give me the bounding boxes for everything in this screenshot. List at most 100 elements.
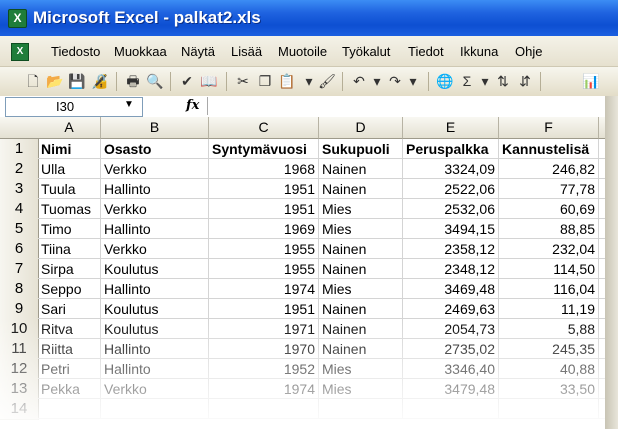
column-header-d[interactable]: D — [319, 117, 403, 139]
header-cell[interactable]: Peruspalkka — [403, 139, 499, 159]
table-cell[interactable]: 114,50 — [499, 259, 599, 279]
table-cell[interactable]: 40,88 — [499, 359, 599, 379]
table-cell[interactable]: 1969 — [209, 219, 319, 239]
table-cell[interactable]: 1970 — [209, 339, 319, 359]
table-cell[interactable]: 3346,40 — [403, 359, 499, 379]
research-icon[interactable]: 📖 — [200, 72, 218, 90]
table-cell[interactable] — [403, 399, 499, 419]
table-cell[interactable]: Mies — [319, 359, 403, 379]
table-cell[interactable]: 77,78 — [499, 179, 599, 199]
table-cell[interactable]: Nainen — [319, 339, 403, 359]
autosum-icon[interactable]: Σ — [458, 72, 476, 90]
row-header[interactable]: 11 — [0, 339, 39, 360]
table-cell[interactable]: 1974 — [209, 379, 319, 399]
table-cell[interactable]: Mies — [319, 379, 403, 399]
table-cell[interactable]: Petri — [38, 359, 101, 379]
row-header[interactable]: 7 — [0, 259, 39, 280]
paste-icon[interactable]: 📋 — [278, 72, 296, 90]
table-cell[interactable]: 5,88 — [499, 319, 599, 339]
sort-descending-icon[interactable]: ⇵ — [516, 72, 534, 90]
row-header[interactable]: 10 — [0, 319, 39, 340]
header-cell[interactable]: Syntymävuosi — [209, 139, 319, 159]
table-cell[interactable]: Nainen — [319, 239, 403, 259]
table-cell[interactable]: 232,04 — [499, 239, 599, 259]
column-header-f[interactable]: F — [499, 117, 599, 139]
table-cell[interactable]: 60,69 — [499, 199, 599, 219]
table-cell[interactable]: 1952 — [209, 359, 319, 379]
table-cell[interactable] — [101, 399, 209, 419]
table-cell[interactable]: 1955 — [209, 239, 319, 259]
table-cell[interactable]: Nainen — [319, 299, 403, 319]
table-cell[interactable]: Koulutus — [101, 259, 209, 279]
row-header[interactable]: 1 — [0, 139, 39, 160]
name-box[interactable]: I30 ▼ — [5, 97, 143, 117]
table-cell[interactable]: 1968 — [209, 159, 319, 179]
table-cell[interactable]: Timo — [38, 219, 101, 239]
spelling-icon[interactable]: ✔ — [178, 72, 196, 90]
copy-icon[interactable]: ❐ — [256, 72, 274, 90]
sort-ascending-icon[interactable]: ⇅ — [494, 72, 512, 90]
table-cell[interactable]: Verkko — [101, 199, 209, 219]
table-cell[interactable]: Hallinto — [101, 339, 209, 359]
row-header[interactable]: 3 — [0, 179, 39, 200]
table-cell[interactable] — [499, 399, 599, 419]
row-header[interactable]: 9 — [0, 299, 39, 320]
table-cell[interactable]: Tuomas — [38, 199, 101, 219]
table-cell[interactable]: Hallinto — [101, 279, 209, 299]
column-header-c[interactable]: C — [209, 117, 319, 139]
table-cell[interactable]: Pekka — [38, 379, 101, 399]
menu-tyokalut[interactable]: Työkalut — [342, 44, 390, 59]
table-cell[interactable]: 1951 — [209, 299, 319, 319]
workbook-icon[interactable]: X — [11, 43, 29, 61]
menu-tiedosto[interactable]: Tiedosto — [51, 44, 100, 59]
chevron-down-icon[interactable]: ▼ — [124, 99, 134, 110]
header-cell[interactable]: Sukupuoli — [319, 139, 403, 159]
table-cell[interactable]: Nainen — [319, 259, 403, 279]
table-cell[interactable]: 2348,12 — [403, 259, 499, 279]
table-cell[interactable]: 3324,09 — [403, 159, 499, 179]
table-cell[interactable]: Nainen — [319, 179, 403, 199]
table-cell[interactable]: Hallinto — [101, 359, 209, 379]
header-cell[interactable]: Osasto — [101, 139, 209, 159]
row-header[interactable]: 6 — [0, 239, 39, 260]
table-cell[interactable]: Ritva — [38, 319, 101, 339]
table-cell[interactable]: 1951 — [209, 179, 319, 199]
menu-lisaa[interactable]: Lisää — [231, 44, 262, 59]
table-cell[interactable]: 3479,48 — [403, 379, 499, 399]
column-header-a[interactable]: A — [38, 117, 101, 139]
formula-input[interactable] — [207, 97, 618, 115]
table-cell[interactable]: 2358,12 — [403, 239, 499, 259]
table-cell[interactable]: Nainen — [319, 159, 403, 179]
table-cell[interactable]: 11,19 — [499, 299, 599, 319]
table-cell[interactable]: 1974 — [209, 279, 319, 299]
table-cell[interactable]: 3469,48 — [403, 279, 499, 299]
table-cell[interactable]: 2469,63 — [403, 299, 499, 319]
title-bar[interactable]: X Microsoft Excel - palkat2.xls — [0, 0, 618, 36]
row-header[interactable]: 14 — [0, 399, 39, 420]
table-cell[interactable]: Verkko — [101, 379, 209, 399]
table-cell[interactable]: 3494,15 — [403, 219, 499, 239]
format-painter-icon[interactable]: 🖌 — [318, 72, 336, 90]
table-cell[interactable]: 116,04 — [499, 279, 599, 299]
menu-ikkuna[interactable]: Ikkuna — [460, 44, 498, 59]
table-cell[interactable]: Koulutus — [101, 299, 209, 319]
save-icon[interactable]: 💾 — [68, 72, 86, 90]
row-header[interactable]: 5 — [0, 219, 39, 240]
print-preview-icon[interactable]: 🔍 — [146, 72, 164, 90]
table-cell[interactable]: 2054,73 — [403, 319, 499, 339]
table-cell[interactable]: Koulutus — [101, 319, 209, 339]
table-cell[interactable]: Verkko — [101, 159, 209, 179]
header-cell[interactable]: Kannustelisä — [499, 139, 599, 159]
menu-tiedot[interactable]: Tiedot — [408, 44, 444, 59]
table-cell[interactable]: 88,85 — [499, 219, 599, 239]
table-cell[interactable]: Hallinto — [101, 219, 209, 239]
table-cell[interactable] — [38, 399, 101, 419]
redo-dropdown-icon[interactable]: ▾ — [404, 72, 422, 90]
table-cell[interactable] — [319, 399, 403, 419]
row-header[interactable]: 2 — [0, 159, 39, 180]
cut-icon[interactable]: ✂ — [234, 72, 252, 90]
table-cell[interactable]: Mies — [319, 199, 403, 219]
table-cell[interactable]: Mies — [319, 219, 403, 239]
table-cell[interactable]: Nainen — [319, 319, 403, 339]
table-cell[interactable]: 33,50 — [499, 379, 599, 399]
